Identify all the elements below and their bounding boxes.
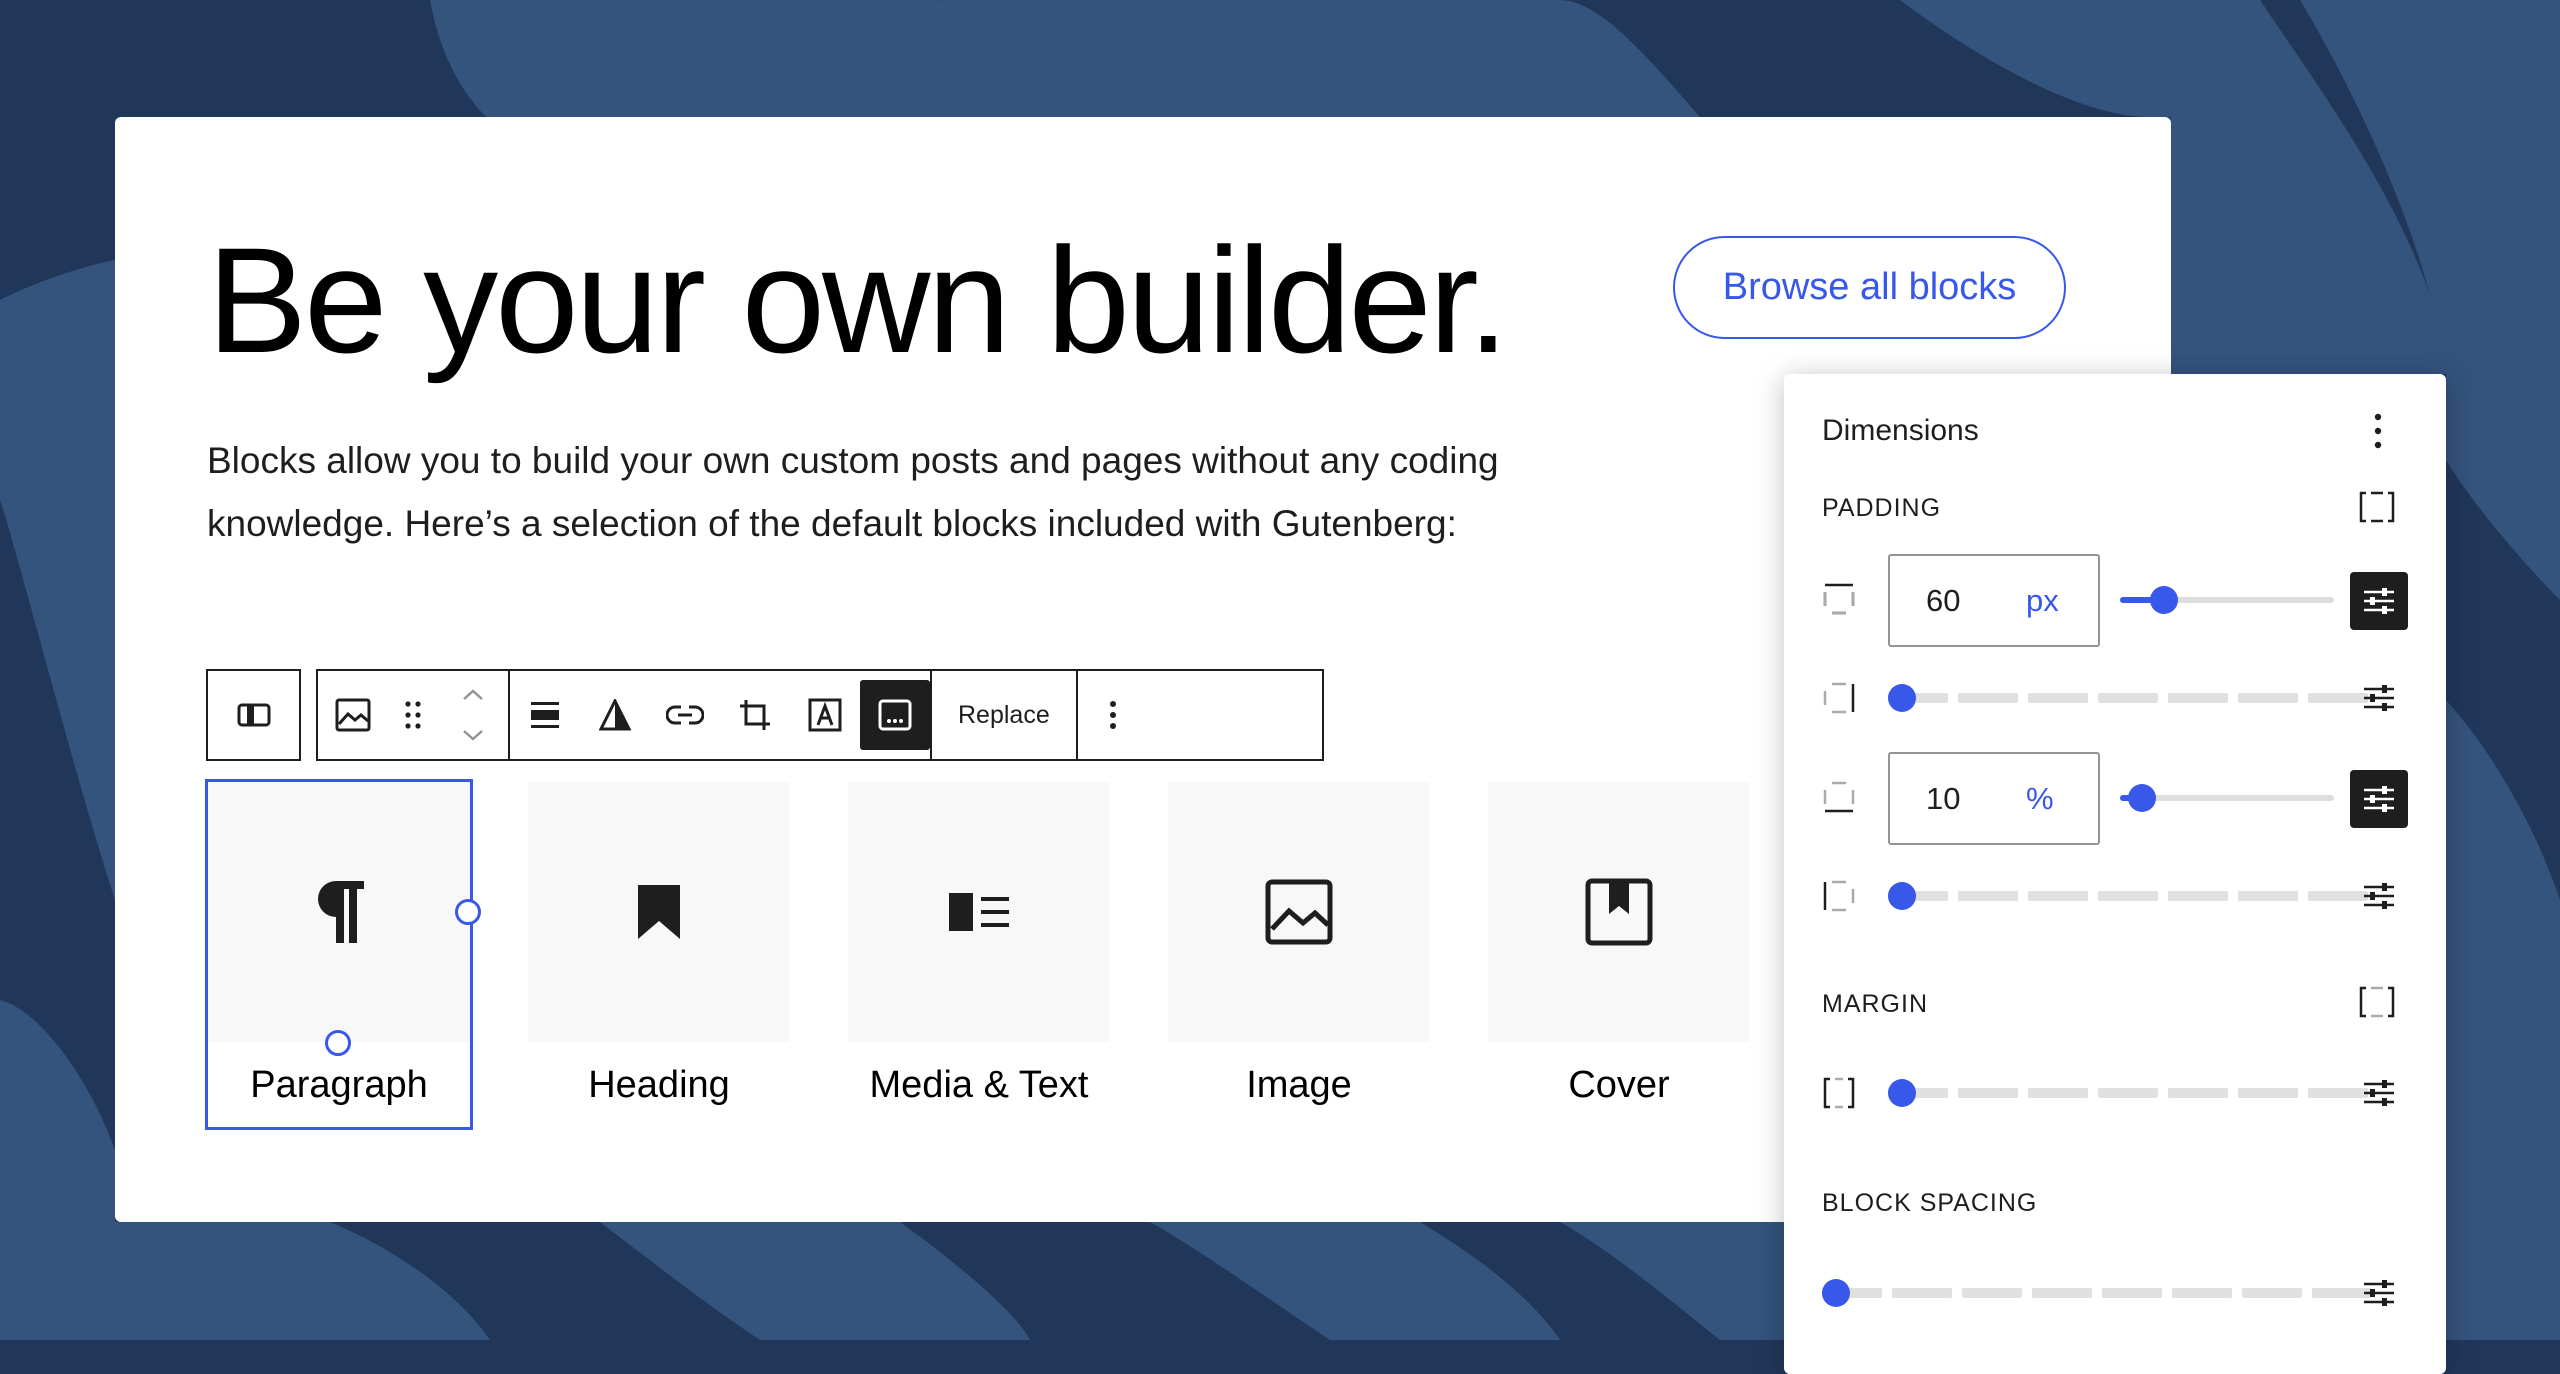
sliders-icon xyxy=(2364,883,2394,909)
block-type-switcher[interactable] xyxy=(206,669,301,761)
media-text-icon xyxy=(949,893,1009,931)
drag-handle-icon[interactable] xyxy=(388,680,438,750)
crop-icon[interactable] xyxy=(720,680,790,750)
image-icon xyxy=(1265,879,1333,945)
slider-knob[interactable] xyxy=(1888,684,1916,712)
sliders-icon xyxy=(2364,1280,2394,1306)
input-value: 10 xyxy=(1926,780,1961,816)
padding-right-slider[interactable] xyxy=(1888,693,2368,703)
block-label: Paragraph xyxy=(250,1064,428,1106)
block-spacing-slider[interactable] xyxy=(1822,1288,2372,1298)
margin-icon xyxy=(1823,1077,1855,1109)
padding-bottom-input[interactable]: 10 % xyxy=(1888,752,2100,845)
unit-select[interactable]: % xyxy=(2026,781,2054,817)
move-arrows-icon[interactable] xyxy=(438,680,508,750)
dimensions-panel: Dimensions PADDING 60 px 10 % MARGIN BLO… xyxy=(1784,374,2446,1374)
page-title: Be your own builder. xyxy=(207,216,1509,384)
block-media-text[interactable]: Media & Text xyxy=(848,782,1110,1127)
sliders-icon xyxy=(2364,786,2394,812)
block-label: Heading xyxy=(588,1064,730,1106)
slider-knob[interactable] xyxy=(1888,882,1916,910)
sliders-icon xyxy=(2364,588,2394,614)
slider-knob[interactable] xyxy=(1822,1279,1850,1307)
block-image[interactable]: Image xyxy=(1168,782,1430,1127)
unit-select[interactable]: px xyxy=(2026,583,2059,619)
duotone-icon[interactable] xyxy=(580,680,650,750)
unit-settings-button[interactable] xyxy=(2350,867,2408,925)
slider-knob[interactable] xyxy=(1888,1079,1916,1107)
sliders-icon xyxy=(2364,1080,2394,1106)
unit-settings-button[interactable] xyxy=(2350,770,2408,828)
sliders-icon xyxy=(2364,685,2394,711)
align-icon[interactable] xyxy=(510,680,580,750)
padding-label: PADDING xyxy=(1822,494,1942,522)
padding-right-icon xyxy=(1823,682,1855,714)
browse-all-blocks-button[interactable]: Browse all blocks xyxy=(1673,236,2066,339)
unit-settings-button[interactable] xyxy=(2350,1264,2408,1322)
margin-slider[interactable] xyxy=(1888,1088,2368,1098)
panel-title: Dimensions xyxy=(1822,414,1979,447)
input-value: 60 xyxy=(1926,582,1961,618)
unit-settings-button[interactable] xyxy=(2350,669,2408,727)
image-icon[interactable] xyxy=(318,680,388,750)
padding-bottom-icon xyxy=(1823,781,1855,813)
caption-icon[interactable] xyxy=(860,680,930,750)
intro-text: Blocks allow you to build your own custo… xyxy=(207,440,1499,544)
block-cover[interactable]: Cover xyxy=(1488,782,1750,1127)
paragraph-icon xyxy=(318,881,364,943)
link-sides-icon[interactable] xyxy=(2358,985,2396,1019)
link-sides-icon[interactable] xyxy=(2358,490,2396,524)
block-label: Image xyxy=(1246,1064,1352,1106)
padding-left-icon xyxy=(1823,880,1855,912)
slider-knob[interactable] xyxy=(2150,586,2178,614)
padding-top-icon xyxy=(1823,583,1855,615)
resize-handle-bottom[interactable] xyxy=(325,1030,351,1056)
block-layout-icon xyxy=(237,703,270,727)
link-icon[interactable] xyxy=(650,680,720,750)
more-options-icon[interactable] xyxy=(1078,680,1148,750)
block-spacing-label: BLOCK SPACING xyxy=(1822,1189,2038,1217)
slider-knob[interactable] xyxy=(2128,784,2156,812)
replace-button[interactable]: Replace xyxy=(932,671,1076,759)
padding-top-input[interactable]: 60 px xyxy=(1888,554,2100,647)
margin-label: MARGIN xyxy=(1822,990,1928,1018)
text-overlay-icon[interactable] xyxy=(790,680,860,750)
resize-handle-right[interactable] xyxy=(455,899,481,925)
padding-left-slider[interactable] xyxy=(1888,891,2368,901)
block-label: Cover xyxy=(1568,1064,1670,1106)
block-label: Media & Text xyxy=(869,1064,1089,1106)
unit-settings-button[interactable] xyxy=(2350,572,2408,630)
more-options-icon[interactable] xyxy=(2374,412,2382,450)
block-paragraph[interactable]: Paragraph xyxy=(205,779,481,1130)
cover-icon xyxy=(1585,878,1653,946)
bookmark-icon xyxy=(638,885,680,939)
block-heading[interactable]: Heading xyxy=(528,782,790,1127)
unit-settings-button[interactable] xyxy=(2350,1064,2408,1122)
block-toolbar: Replace xyxy=(316,669,1324,761)
